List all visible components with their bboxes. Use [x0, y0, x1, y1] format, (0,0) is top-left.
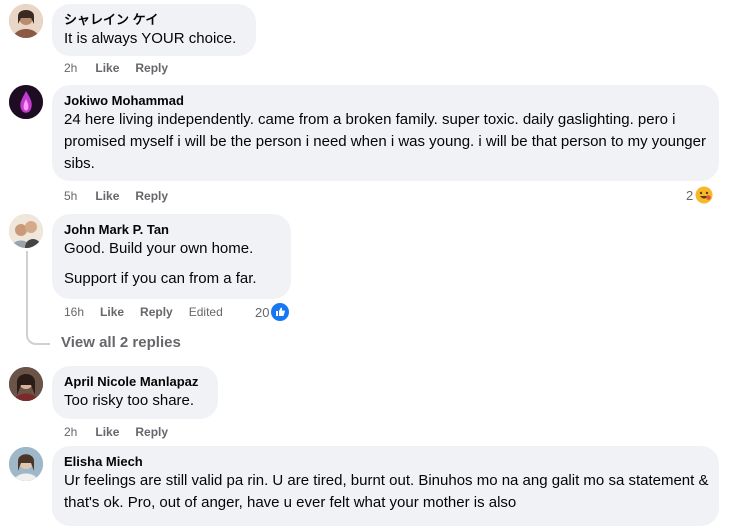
avatar[interactable]: [9, 214, 43, 248]
comment-bubble: Elisha Miech Ur feelings are still valid…: [52, 446, 719, 526]
comment-bubble: April Nicole Manlapaz Too risky too shar…: [52, 366, 218, 419]
avatar-image-icon: [9, 85, 43, 119]
comment-bubble: John Mark P. Tan Good. Build your own ho…: [52, 214, 291, 299]
comment-text: Ur feelings are still valid pa rin. U ar…: [64, 472, 709, 511]
like-button[interactable]: Like: [95, 61, 119, 75]
avatar[interactable]: [9, 85, 43, 119]
reaction-summary[interactable]: 2: [686, 186, 713, 204]
reply-button[interactable]: Reply: [140, 305, 173, 319]
comment-author[interactable]: April Nicole Manlapaz: [64, 373, 206, 390]
comment-author[interactable]: John Mark P. Tan: [64, 221, 279, 238]
avatar-image-icon: [9, 4, 43, 38]
comment-bubble: Jokiwo Mohammad 24 here living independe…: [52, 85, 719, 181]
avatar-image-icon: [9, 447, 43, 481]
comment-text: 24 here living independently. came from …: [64, 111, 706, 172]
reaction-count: 2: [686, 187, 694, 203]
comment-author[interactable]: Jokiwo Mohammad: [64, 92, 707, 109]
like-thumb-icon: [271, 303, 290, 321]
reaction-count: 20: [255, 304, 270, 320]
like-button[interactable]: Like: [95, 189, 119, 203]
comment-actions: 16h Like Reply Edited: [64, 305, 223, 319]
view-replies-link[interactable]: View all 2 replies: [61, 334, 181, 351]
reply-button[interactable]: Reply: [135, 189, 168, 203]
haha-emoji-icon: [695, 186, 713, 204]
avatar[interactable]: [9, 367, 43, 401]
comment-actions: 2h Like Reply: [64, 61, 168, 75]
edited-label[interactable]: Edited: [189, 305, 223, 319]
like-button[interactable]: Like: [95, 425, 119, 439]
like-button[interactable]: Like: [100, 305, 124, 319]
comment-time[interactable]: 2h: [64, 61, 77, 75]
comment-time[interactable]: 2h: [64, 425, 77, 439]
avatar-image-icon: [9, 214, 43, 248]
comment-bubble: シャレイン ケイ It is always YOUR choice.: [52, 4, 256, 56]
comment-time[interactable]: 16h: [64, 305, 84, 319]
reply-thread-line: [26, 251, 50, 345]
comment-time[interactable]: 5h: [64, 189, 77, 203]
comment-actions: 5h Like Reply: [64, 189, 168, 203]
comment-author[interactable]: Elisha Miech: [64, 453, 707, 470]
avatar[interactable]: [9, 4, 43, 38]
avatar-image-icon: [9, 367, 43, 401]
comment-author[interactable]: シャレイン ケイ: [64, 11, 244, 28]
comment-text: Too risky too share.: [64, 392, 195, 409]
reaction-summary[interactable]: 20: [255, 303, 290, 321]
comment-actions: 2h Like Reply: [64, 425, 168, 439]
reply-button[interactable]: Reply: [135, 425, 168, 439]
comment-text: Good. Build your own home. Support if yo…: [64, 240, 257, 287]
avatar[interactable]: [9, 447, 43, 481]
reply-button[interactable]: Reply: [135, 61, 168, 75]
comment-text: It is always YOUR choice.: [64, 30, 237, 47]
